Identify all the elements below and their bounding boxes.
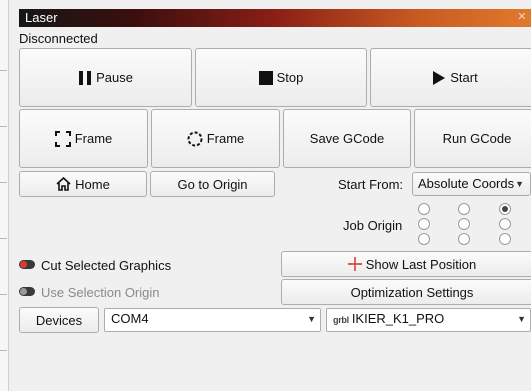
job-origin-radio[interactable] (499, 203, 511, 215)
panel-title: Laser (25, 10, 58, 25)
job-origin-radio[interactable] (499, 218, 511, 230)
frame-circle-icon (187, 131, 203, 147)
frame-circle-button[interactable]: Frame (151, 109, 280, 168)
save-gcode-label: Save GCode (309, 131, 385, 146)
job-origin-radio[interactable] (418, 203, 430, 215)
grbl-icon: grbl (333, 315, 349, 325)
pause-button[interactable]: Pause (19, 48, 192, 107)
show-last-position-label: Show Last Position (365, 256, 477, 272)
close-icon[interactable]: ✕ (515, 10, 529, 24)
job-origin-radio[interactable] (458, 203, 470, 215)
connection-status: Disconnected (19, 31, 98, 46)
chevron-down-icon: ▼ (517, 314, 526, 324)
go-to-origin-button[interactable]: Go to Origin (150, 171, 275, 197)
left-edge-strip (0, 0, 9, 391)
stop-button[interactable]: Stop (195, 48, 367, 107)
home-icon (56, 177, 71, 191)
devices-button[interactable]: Devices (19, 307, 99, 333)
use-selection-origin-label: Use Selection Origin (41, 285, 160, 300)
frame-rectangle-label: Frame (74, 131, 113, 146)
stop-label: Stop (276, 70, 304, 85)
strip-tick (0, 176, 7, 183)
devices-label: Devices (35, 312, 83, 328)
port-select[interactable]: COM4 ▼ (104, 308, 321, 332)
job-origin-radio[interactable] (458, 233, 470, 245)
panel-title-bar: Laser ✕ (19, 9, 531, 27)
job-origin-radio[interactable] (458, 218, 470, 230)
optimization-settings-button[interactable]: Optimization Settings (281, 279, 531, 305)
start-label: Start (450, 70, 478, 85)
chevron-down-icon: ▼ (307, 314, 316, 324)
run-gcode-button[interactable]: Run GCode (414, 109, 531, 168)
chevron-down-icon: ▼ (515, 179, 524, 189)
strip-tick (0, 232, 7, 239)
device-value: IKIER_K1_PRO (351, 311, 445, 326)
home-button[interactable]: Home (19, 171, 147, 197)
go-to-origin-label: Go to Origin (177, 176, 248, 192)
strip-tick (0, 344, 7, 351)
pause-icon (78, 70, 92, 86)
start-from-select[interactable]: Absolute Coords ▼ (412, 172, 531, 196)
job-origin-radio[interactable] (418, 233, 430, 245)
run-gcode-label: Run GCode (442, 131, 512, 146)
save-gcode-button[interactable]: Save GCode (283, 109, 411, 168)
use-selection-origin-toggle[interactable] (19, 287, 35, 296)
home-label: Home (75, 176, 110, 192)
frame-rectangle-icon (54, 130, 71, 147)
strip-tick (0, 120, 7, 127)
strip-tick (0, 288, 7, 295)
device-select[interactable]: grbl IKIER_K1_PRO ▼ (326, 308, 531, 332)
start-from-value: Absolute Coords (418, 176, 515, 191)
job-origin-radio[interactable] (418, 218, 430, 230)
play-icon (432, 70, 446, 86)
optimization-settings-label: Optimization Settings (350, 284, 474, 300)
port-value: COM4 (111, 311, 149, 326)
frame-rectangle-button[interactable]: Frame (19, 109, 148, 168)
cut-selected-graphics-toggle[interactable] (19, 260, 35, 269)
pause-label: Pause (96, 70, 133, 85)
strip-tick (0, 64, 7, 71)
crosshair-icon (347, 257, 362, 271)
job-origin-radio[interactable] (499, 233, 511, 245)
start-from-label: Start From: (338, 177, 404, 192)
frame-circle-label: Frame (206, 131, 245, 146)
start-button[interactable]: Start (370, 48, 531, 107)
job-origin-label: Job Origin (343, 218, 403, 233)
show-last-position-button[interactable]: Show Last Position (281, 251, 531, 277)
stop-icon (258, 70, 273, 85)
cut-selected-graphics-label: Cut Selected Graphics (41, 258, 172, 273)
